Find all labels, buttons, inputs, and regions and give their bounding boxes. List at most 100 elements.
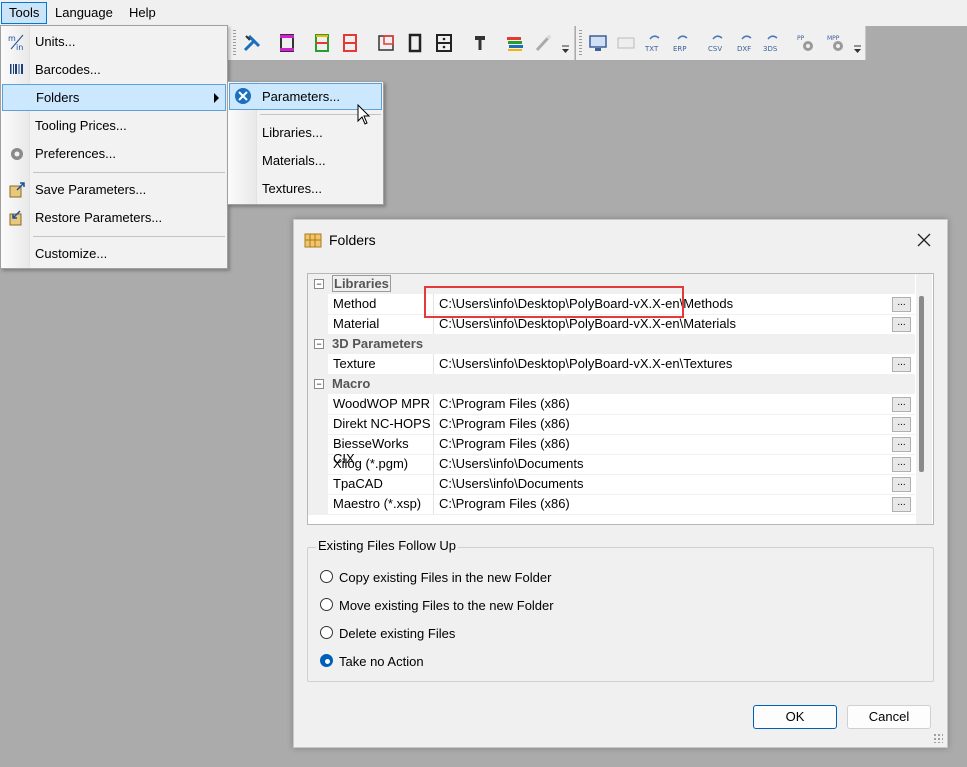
radio-label[interactable]: Move existing Files to the new Folder	[339, 598, 554, 613]
folders-submenu: Parameters... Libraries... Materials... …	[227, 81, 384, 205]
radio-label[interactable]: Copy existing Files in the new Folder	[339, 570, 551, 585]
row-value[interactable]: C:\Users\info\Documents	[439, 456, 584, 471]
menu-item-units[interactable]: m in Units...	[3, 29, 225, 55]
browse-button[interactable]: ...	[892, 477, 911, 492]
radio-button[interactable]	[320, 626, 333, 639]
folders-dialog: Folders − Libraries Method C:\Users\info…	[293, 219, 948, 748]
browse-button[interactable]: ...	[892, 357, 911, 372]
export-txt-icon[interactable]: TXT	[644, 33, 664, 53]
radio-button[interactable]	[320, 570, 333, 583]
row-name: Texture	[333, 356, 376, 371]
mpp-label: MPP	[827, 35, 840, 42]
collapse-icon[interactable]: −	[314, 339, 324, 349]
vertical-scrollbar[interactable]	[916, 274, 932, 524]
grid-row-texture[interactable]: Texture C:\Users\info\Desktop\PolyBoard-…	[308, 354, 915, 375]
frame-icon[interactable]	[405, 33, 425, 53]
layout-icon[interactable]	[376, 33, 396, 53]
toolbar-overflow-icon[interactable]	[561, 44, 570, 54]
browse-button[interactable]: ...	[892, 417, 911, 432]
radio-label[interactable]: Take no Action	[339, 654, 424, 669]
browse-button[interactable]: ...	[892, 397, 911, 412]
collapse-icon[interactable]: −	[314, 279, 324, 289]
menu-item-tooling-prices[interactable]: Tooling Prices...	[3, 113, 225, 139]
export-toolbar: TXT ERP CSV DXF 3DS PP MPP	[576, 26, 866, 60]
menu-item-label: Preferences...	[35, 146, 116, 161]
browse-button[interactable]: ...	[892, 497, 911, 512]
export-csv-label: CSV	[708, 45, 722, 53]
grid-row-direkt[interactable]: Direkt NC-HOPS C:\Program Files (x86) ..…	[308, 414, 915, 435]
menu-language[interactable]: Language	[48, 3, 120, 23]
collapse-icon[interactable]: −	[314, 379, 324, 389]
export-dxf-icon[interactable]: DXF	[736, 33, 756, 53]
panel-magenta-icon[interactable]	[277, 33, 297, 53]
menu-item-label: Parameters...	[262, 89, 341, 104]
row-value[interactable]: C:\Program Files (x86)	[439, 436, 570, 451]
row-value[interactable]: C:\Users\info\Desktop\PolyBoard-vX.X-en\…	[439, 316, 736, 331]
panel-red-icon[interactable]	[340, 33, 360, 53]
existing-files-group: Existing Files Follow Up Copy existing F…	[307, 538, 934, 682]
browse-button[interactable]: ...	[892, 457, 911, 472]
keyboard-icon[interactable]	[616, 33, 636, 53]
row-value[interactable]: C:\Program Files (x86)	[439, 416, 570, 431]
grid-row-xilog[interactable]: Xilog (*.pgm) C:\Users\info\Documents ..…	[308, 454, 915, 475]
menu-item-label: Libraries...	[262, 125, 323, 140]
menu-item-barcodes[interactable]: Barcodes...	[3, 57, 225, 83]
browse-button[interactable]: ...	[892, 297, 911, 312]
menu-item-materials[interactable]: Materials...	[230, 148, 381, 174]
tools-icon[interactable]	[242, 33, 262, 53]
radio-button-selected[interactable]	[320, 654, 333, 667]
radio-label[interactable]: Delete existing Files	[339, 626, 455, 641]
mpp-settings-icon[interactable]: MPP	[826, 33, 846, 53]
hardware-icon[interactable]	[470, 33, 490, 53]
row-value[interactable]: C:\Users\info\Desktop\PolyBoard-vX.X-en\…	[439, 356, 732, 371]
grid-row-maestro[interactable]: Maestro (*.xsp) C:\Program Files (x86) .…	[308, 494, 915, 515]
parameters-tools-icon	[235, 88, 251, 104]
monitor-icon[interactable]	[588, 33, 608, 53]
drawer-icon[interactable]	[434, 33, 454, 53]
menu-item-save-parameters[interactable]: Save Parameters...	[3, 177, 225, 203]
resize-grip[interactable]	[933, 733, 943, 743]
menu-separator	[33, 172, 225, 173]
menu-item-label: Materials...	[262, 153, 326, 168]
grid-row-tpacad[interactable]: TpaCAD C:\Users\info\Documents ...	[308, 474, 915, 495]
export-csv-icon[interactable]: CSV	[707, 33, 727, 53]
units-icon: min	[8, 34, 24, 51]
browse-button[interactable]: ...	[892, 437, 911, 452]
gear-icon	[11, 148, 23, 160]
menu-item-folders[interactable]: Folders	[2, 84, 226, 111]
column-divider	[433, 354, 434, 374]
toolbar-grip[interactable]	[579, 30, 582, 56]
row-margin	[308, 294, 328, 314]
row-value[interactable]: C:\Users\info\Documents	[439, 476, 584, 491]
browse-button[interactable]: ...	[892, 317, 911, 332]
menu-item-restore-parameters[interactable]: Restore Parameters...	[3, 205, 225, 231]
category-label: Macro	[332, 376, 371, 391]
close-icon[interactable]	[914, 230, 934, 250]
panel-color-icon[interactable]	[312, 33, 332, 53]
menu-item-preferences[interactable]: Preferences...	[3, 141, 225, 167]
export-3ds-icon[interactable]: 3DS	[762, 33, 782, 53]
row-margin	[308, 494, 328, 514]
materials-icon[interactable]	[505, 33, 525, 53]
row-value[interactable]: C:\Program Files (x86)	[439, 396, 570, 411]
scrollbar-thumb[interactable]	[919, 296, 924, 472]
menu-item-textures[interactable]: Textures...	[230, 176, 381, 202]
menu-help[interactable]: Help	[122, 3, 163, 23]
wand-icon[interactable]	[533, 33, 553, 53]
menu-item-label: Folders	[36, 90, 80, 105]
export-erp-icon[interactable]: ERP	[672, 33, 692, 53]
cancel-button[interactable]: Cancel	[847, 705, 931, 729]
row-value[interactable]: C:\Program Files (x86)	[439, 496, 570, 511]
pp-settings-icon[interactable]: PP	[796, 33, 816, 53]
radio-button[interactable]	[320, 598, 333, 611]
toolbar-grip[interactable]	[233, 30, 236, 56]
toolbar-overflow-icon[interactable]	[853, 44, 862, 54]
menu-item-customize[interactable]: Customize...	[3, 241, 225, 267]
grid-row-woodwop[interactable]: WoodWOP MPR C:\Program Files (x86) ...	[308, 394, 915, 415]
grid-row-biesse[interactable]: BiesseWorks CIX C:\Program Files (x86) .…	[308, 434, 915, 466]
ok-button[interactable]: OK	[753, 705, 837, 729]
column-divider	[433, 454, 434, 474]
pp-label: PP	[797, 35, 805, 42]
menu-tools[interactable]: Tools	[1, 2, 48, 24]
menu-item-label: Restore Parameters...	[35, 210, 163, 225]
